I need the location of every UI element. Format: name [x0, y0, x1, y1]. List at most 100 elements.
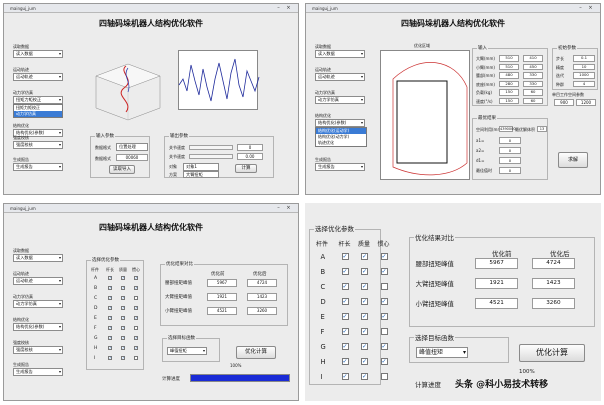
param-checkbox[interactable]: ✓: [341, 312, 349, 320]
param-checkbox[interactable]: ✓: [121, 346, 125, 350]
trajectory-select[interactable]: 运动轨迹 ▾: [13, 73, 63, 81]
input-value-right[interactable]: 450: [523, 63, 543, 70]
param-checkbox[interactable]: ✓: [134, 346, 138, 350]
param-checkbox[interactable]: ✓: [341, 297, 349, 305]
strength-select[interactable]: 强度校核 ▾: [13, 346, 63, 354]
param-checkbox[interactable]: ✓: [121, 336, 125, 340]
input-value-right[interactable]: 410: [523, 55, 543, 62]
report-select[interactable]: 生成报告 ▾: [13, 163, 63, 171]
param-checkbox[interactable]: ✓: [361, 252, 368, 260]
param-checkbox[interactable]: ✓: [108, 306, 112, 310]
param-checkbox[interactable]: ✓: [361, 357, 368, 365]
close-button[interactable]: ×: [285, 205, 292, 211]
param-checkbox[interactable]: ✓: [121, 316, 125, 320]
param-checkbox[interactable]: ✓: [361, 342, 368, 350]
param-checkbox[interactable]: [380, 327, 388, 335]
before-value[interactable]: 4521: [207, 307, 237, 315]
param-checkbox[interactable]: ✓: [121, 296, 125, 300]
res-value-1[interactable]: 4390000: [499, 126, 516, 132]
param-checkbox[interactable]: ✓: [341, 282, 349, 290]
param-checkbox[interactable]: ✓: [134, 316, 138, 320]
after-value[interactable]: 4724: [532, 257, 575, 270]
param-checkbox[interactable]: ✓: [361, 282, 368, 290]
param-checkbox[interactable]: ✓: [341, 342, 349, 350]
dynamics-select[interactable]: 动力学仿真 ▾: [13, 300, 63, 308]
param-checkbox[interactable]: ✓: [361, 297, 368, 305]
param-checkbox[interactable]: ✓: [108, 316, 112, 320]
param-checkbox[interactable]: ✓: [134, 336, 138, 340]
param-checkbox[interactable]: [134, 326, 138, 330]
param-checkbox[interactable]: ✓: [341, 252, 349, 260]
param-checkbox[interactable]: ✓: [134, 306, 138, 310]
dropdown-option-selected[interactable]: 动力学仿真: [14, 111, 62, 117]
opt-value[interactable]: 10: [573, 63, 595, 70]
dynamics-select[interactable]: 动力学仿真 ▾: [315, 96, 365, 104]
accel-value[interactable]: 0.00: [237, 153, 263, 160]
param-checkbox[interactable]: ✓: [108, 336, 112, 340]
param-checkbox[interactable]: ✓: [380, 342, 388, 350]
param-checkbox[interactable]: ✓: [108, 346, 112, 350]
calculate-button[interactable]: 计算: [235, 164, 257, 173]
before-value[interactable]: 5967: [475, 257, 518, 270]
param-checkbox[interactable]: ✓: [361, 312, 368, 320]
file-select[interactable]: 位置处理: [116, 143, 148, 151]
optimize-calc-button[interactable]: 优化计算: [519, 344, 585, 362]
objective-select[interactable]: 峰值扭矩 ▾: [416, 347, 468, 358]
param-checkbox[interactable]: ✓: [380, 252, 388, 260]
report-select[interactable]: 生成报告 ▾: [13, 368, 63, 376]
input-value[interactable]: 480: [499, 72, 519, 79]
param-checkbox[interactable]: ✓: [108, 356, 112, 360]
trajectory-select[interactable]: 运动轨迹 ▾: [315, 73, 365, 81]
input-value-right[interactable]: 60: [523, 97, 543, 104]
input-value-right[interactable]: 330: [523, 80, 543, 87]
optimize-select[interactable]: 结构优化(参数) ▾: [315, 119, 365, 127]
param-checkbox[interactable]: ✓: [361, 327, 368, 335]
optimize-calc-button[interactable]: 优化计算: [236, 346, 276, 359]
param-checkbox[interactable]: ✓: [121, 326, 125, 330]
before-value[interactable]: 4521: [475, 297, 518, 309]
input-value[interactable]: 150: [499, 89, 519, 96]
param-checkbox[interactable]: ✓: [108, 286, 112, 290]
input-value[interactable]: 510: [499, 63, 519, 70]
param-checkbox[interactable]: ✓: [380, 357, 388, 365]
close-button[interactable]: ×: [587, 5, 594, 11]
param-checkbox[interactable]: ✓: [121, 356, 125, 360]
speed-value[interactable]: 0: [237, 144, 263, 151]
opt-value[interactable]: 4: [573, 80, 595, 87]
read-data-select[interactable]: 读入数据 ▾: [13, 50, 63, 58]
strength-select[interactable]: 强度校核 ▾: [13, 141, 63, 149]
input-value-right[interactable]: 330: [523, 72, 543, 79]
close-button[interactable]: ×: [285, 5, 292, 11]
workspace-value-2[interactable]: 1200: [576, 99, 596, 106]
objective-select[interactable]: 峰值扭矩 ▾: [167, 347, 207, 355]
after-value[interactable]: 1423: [532, 277, 575, 290]
before-value[interactable]: 1921: [475, 277, 518, 290]
read-data-select[interactable]: 读入数据 ▾: [315, 50, 365, 58]
param-checkbox[interactable]: ✓: [108, 326, 112, 330]
input-value[interactable]: 150: [499, 97, 519, 104]
param-checkbox[interactable]: ✓: [361, 372, 368, 380]
minimize-button[interactable]: –: [275, 205, 282, 211]
param-checkbox[interactable]: ✓: [108, 276, 112, 280]
param-checkbox[interactable]: ✓: [108, 296, 112, 300]
import-button[interactable]: 读取导入: [109, 165, 135, 174]
opt-value[interactable]: 1000: [573, 72, 595, 79]
input-value[interactable]: 510: [499, 55, 519, 62]
input-value[interactable]: 280: [499, 80, 519, 87]
minimize-button[interactable]: –: [275, 5, 282, 11]
solve-button[interactable]: 求解: [558, 152, 588, 168]
plan-select[interactable]: 大臂扭矩: [183, 171, 219, 178]
after-value[interactable]: 3260: [247, 307, 277, 315]
param-checkbox[interactable]: ✓: [341, 372, 349, 380]
param-checkbox[interactable]: ✓: [121, 306, 125, 310]
param-checkbox[interactable]: [380, 282, 388, 290]
accel-slider[interactable]: [189, 154, 233, 159]
param-checkbox[interactable]: ✓: [134, 276, 138, 280]
param-checkbox[interactable]: ✓: [341, 357, 349, 365]
report-select[interactable]: 生成报告 ▾: [315, 163, 365, 171]
before-value[interactable]: 1921: [207, 293, 237, 301]
param-checkbox[interactable]: ✓: [380, 267, 388, 275]
param-checkbox[interactable]: ✓: [341, 267, 349, 275]
input-value-right[interactable]: 60: [523, 89, 543, 96]
result-value[interactable]: 0: [499, 147, 521, 154]
